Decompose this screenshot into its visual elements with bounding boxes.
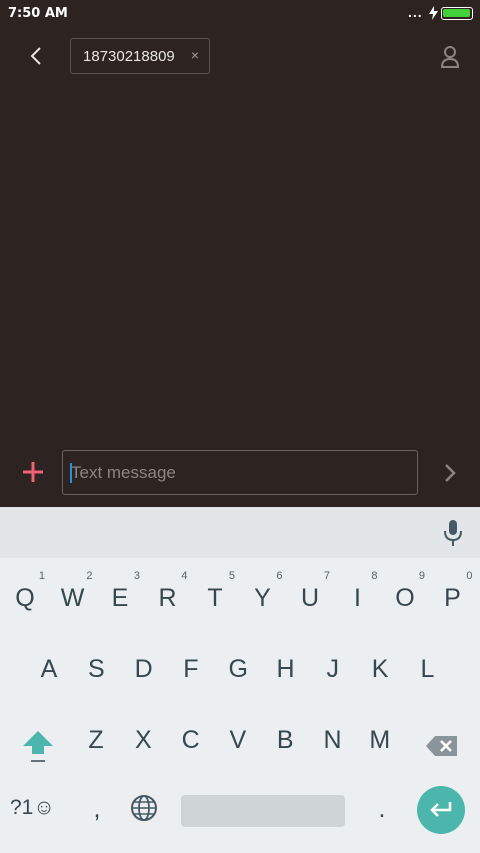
enter-icon — [430, 802, 452, 817]
key-label: I — [354, 584, 361, 612]
key-l[interactable]: L — [405, 643, 449, 695]
comma-key[interactable]: , — [75, 783, 119, 835]
key-r[interactable]: R4 — [146, 570, 190, 624]
charging-icon — [429, 6, 438, 20]
key-label: P — [444, 584, 461, 612]
suggestion-strip — [0, 507, 480, 558]
key-u[interactable]: U7 — [288, 570, 332, 624]
status-time: 7:50 AM — [8, 6, 68, 21]
key-j[interactable]: J — [311, 643, 355, 695]
key-h[interactable]: H — [264, 643, 308, 695]
key-y[interactable]: Y6 — [241, 570, 285, 624]
key-p[interactable]: P0 — [431, 570, 475, 624]
back-arrow-icon — [30, 47, 41, 65]
language-switch-key[interactable] — [126, 790, 162, 826]
key-number-hint: 2 — [86, 570, 93, 582]
key-number-hint: 5 — [228, 570, 235, 582]
key-label: R — [158, 584, 177, 612]
key-z[interactable]: Z — [74, 714, 118, 766]
symbols-key[interactable]: ?1☺ — [10, 783, 66, 833]
backspace-key[interactable] — [420, 720, 464, 772]
recipient-number: 18730218809 — [83, 47, 175, 65]
contact-button[interactable] — [436, 42, 464, 72]
person-icon — [440, 46, 460, 68]
key-label: Y — [254, 584, 271, 612]
voice-input-button[interactable] — [438, 515, 468, 551]
key-x[interactable]: X — [121, 714, 165, 766]
keyboard: Q1W2E3R4T5Y6U7I8O9P0 ASDFGHJKL ZXCVBNM ?… — [0, 507, 480, 853]
text-cursor — [70, 463, 72, 483]
backspace-icon — [426, 736, 457, 756]
key-k[interactable]: K — [358, 643, 402, 695]
key-number-hint: 1 — [38, 570, 45, 582]
key-number-hint: 9 — [418, 570, 425, 582]
message-input[interactable] — [62, 450, 418, 495]
attach-button[interactable] — [18, 457, 48, 487]
key-e[interactable]: E3 — [98, 570, 142, 624]
battery-level — [443, 9, 470, 17]
key-v[interactable]: V — [216, 714, 260, 766]
key-f[interactable]: F — [169, 643, 213, 695]
key-m[interactable]: M — [358, 714, 402, 766]
key-number-hint: 3 — [133, 570, 140, 582]
space-key[interactable] — [181, 795, 345, 827]
key-t[interactable]: T5 — [193, 570, 237, 624]
shift-icon — [23, 731, 53, 762]
key-label: E — [111, 584, 129, 612]
key-label: W — [60, 584, 85, 612]
recipient-chip[interactable]: 18730218809 × — [70, 38, 210, 74]
key-a[interactable]: A — [27, 643, 71, 695]
enter-key[interactable] — [417, 786, 465, 834]
key-g[interactable]: G — [216, 643, 260, 695]
key-label: T — [207, 584, 223, 612]
send-button[interactable] — [436, 458, 464, 488]
key-number-hint: 6 — [276, 570, 283, 582]
key-o[interactable]: O9 — [383, 570, 427, 624]
chevron-right-icon — [445, 464, 456, 482]
status-more-icon: ... — [408, 4, 423, 20]
key-label: U — [300, 584, 320, 612]
key-label: Q — [15, 584, 35, 612]
key-number-hint: 0 — [466, 570, 473, 582]
key-c[interactable]: C — [169, 714, 213, 766]
key-b[interactable]: B — [263, 714, 307, 766]
remove-recipient-icon[interactable]: × — [191, 47, 199, 63]
key-label: O — [395, 584, 415, 612]
key-n[interactable]: N — [311, 714, 355, 766]
key-d[interactable]: D — [122, 643, 166, 695]
microphone-icon — [444, 520, 462, 546]
key-s[interactable]: S — [74, 643, 118, 695]
globe-icon — [131, 795, 157, 821]
period-key[interactable]: . — [360, 783, 404, 835]
key-number-hint: 8 — [371, 570, 378, 582]
key-number-hint: 7 — [323, 570, 330, 582]
key-number-hint: 4 — [181, 570, 188, 582]
back-button[interactable] — [20, 40, 52, 72]
shift-key[interactable] — [18, 720, 58, 772]
key-w[interactable]: W2 — [51, 570, 95, 624]
status-bar: 7:50 AM ... — [0, 0, 480, 28]
plus-icon — [23, 462, 43, 482]
key-q[interactable]: Q1 — [3, 570, 47, 624]
key-i[interactable]: I8 — [336, 570, 380, 624]
battery-icon — [441, 7, 473, 20]
